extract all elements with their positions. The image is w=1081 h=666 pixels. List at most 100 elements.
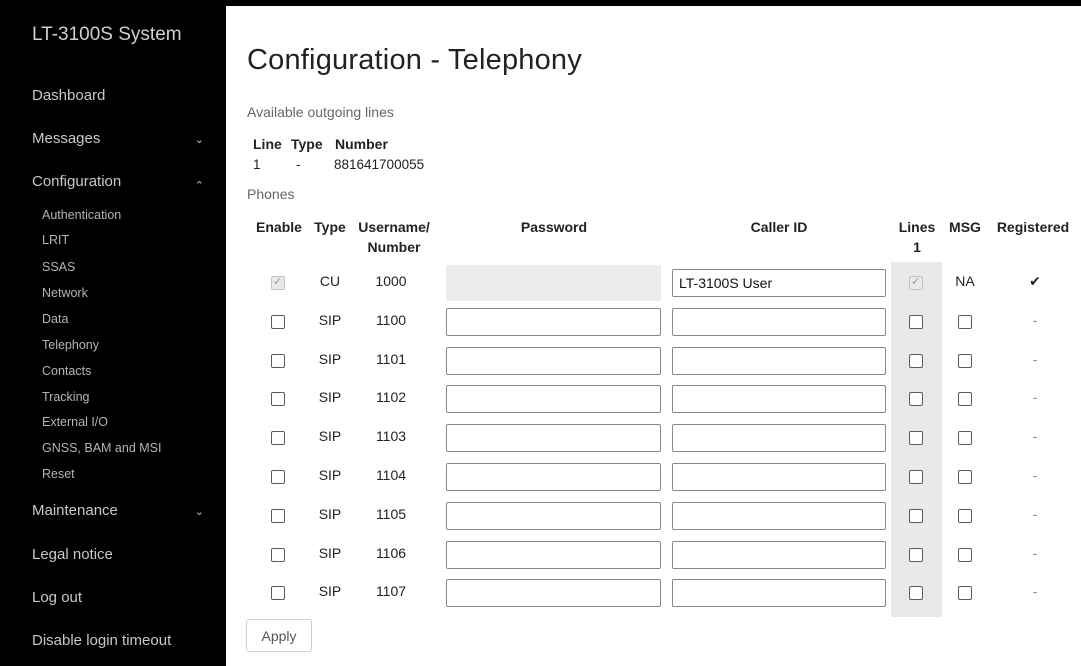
sidebar-item-label: Messages: [32, 130, 101, 147]
line-1-checkbox[interactable]: [909, 353, 923, 368]
line-1-checkbox[interactable]: [909, 470, 923, 484]
caller-id-input[interactable]: [672, 385, 886, 414]
line-1-checkbox[interactable]: [909, 586, 923, 601]
col-header-username: Username/ Number: [352, 217, 436, 257]
sidebar-item-label: Dashboard: [32, 87, 106, 104]
enable-checkbox[interactable]: [271, 547, 285, 562]
sidebar-item-label: Legal notice: [32, 546, 113, 563]
lines-header-line: Line: [253, 136, 282, 152]
caller-id-input[interactable]: [672, 579, 886, 608]
password-input[interactable]: [446, 463, 661, 491]
sidebar-item-maintenance[interactable]: Maintenance ⌄: [32, 502, 212, 519]
line-1-checkbox[interactable]: [909, 431, 923, 446]
enable-checkbox[interactable]: [271, 508, 285, 523]
enable-checkbox[interactable]: [271, 586, 285, 601]
enable-checkbox[interactable]: [271, 353, 285, 368]
password-input[interactable]: [446, 346, 661, 375]
sidebar-subitem-network[interactable]: Network: [42, 286, 88, 300]
sidebar-subitem-external-io[interactable]: External I/O: [42, 415, 108, 429]
registered-status: -: [1032, 544, 1038, 561]
col-header-lines-line1: Lines: [898, 219, 936, 235]
password-input[interactable]: [446, 424, 661, 453]
chevron-down-icon: ⌄: [194, 134, 204, 146]
phone-number: 1107: [375, 583, 407, 600]
chevron-up-icon: ⌃: [194, 180, 204, 192]
password-input[interactable]: [446, 307, 661, 336]
line-1-checkbox[interactable]: [909, 508, 923, 523]
lines-cell-line: 1: [253, 157, 261, 172]
msg-checkbox[interactable]: [958, 392, 972, 407]
caller-id-input[interactable]: [672, 307, 886, 336]
caller-id-input[interactable]: [672, 424, 886, 453]
sidebar-item-log-out[interactable]: Log out: [32, 589, 212, 606]
col-header-lines-line2: 1: [913, 239, 921, 255]
phone-type: SIP: [318, 583, 342, 600]
sidebar-subitem-telephony[interactable]: Telephony: [42, 338, 99, 352]
msg-checkbox[interactable]: [958, 353, 972, 368]
sidebar-subitem-reset[interactable]: Reset: [42, 467, 75, 481]
sidebar-item-configuration[interactable]: Configuration ⌃: [32, 173, 212, 192]
sidebar-item-label: Configuration: [32, 173, 122, 190]
enable-checkbox[interactable]: [271, 431, 285, 446]
password-input[interactable]: [446, 579, 661, 608]
sidebar-subitem-data[interactable]: Data: [42, 312, 68, 326]
sidebar-item-messages[interactable]: Messages ⌄: [32, 130, 212, 147]
phone-type: SIP: [318, 505, 342, 522]
enable-checkbox[interactable]: [271, 314, 285, 329]
sidebar-subitem-authentication[interactable]: Authentication: [42, 208, 121, 222]
registered-status: -: [1032, 467, 1038, 483]
msg-checkbox[interactable]: [958, 508, 972, 523]
caller-id-input[interactable]: [672, 540, 886, 569]
enable-checkbox[interactable]: [271, 470, 285, 484]
lines-cell-type: -: [296, 157, 301, 172]
phone-type: SIP: [318, 350, 342, 367]
sidebar: LT-3100S System Dashboard Messages ⌄ Con…: [0, 0, 226, 666]
col-header-type: Type: [314, 219, 346, 235]
sidebar-subitem-ssas[interactable]: SSAS: [42, 260, 75, 274]
phone-number: 1106: [375, 544, 407, 561]
sidebar-item-label: Disable login timeout: [32, 632, 172, 649]
password-input[interactable]: [446, 501, 661, 530]
line-1-checkbox[interactable]: [909, 314, 923, 329]
sidebar-item-dashboard[interactable]: Dashboard: [32, 87, 212, 104]
sidebar-item-label: Maintenance: [32, 502, 118, 519]
registered-status: -: [1032, 505, 1038, 522]
page-title: Configuration - Telephony: [247, 44, 582, 76]
phone-type: SIP: [318, 544, 342, 561]
apply-button[interactable]: Apply: [246, 619, 312, 652]
password-input[interactable]: [446, 385, 661, 414]
password-input[interactable]: [446, 540, 661, 569]
phone-number: 1100: [375, 311, 407, 328]
caller-id-input[interactable]: [672, 463, 886, 491]
phone-number: 1104: [375, 467, 407, 483]
checkmark-icon: ✓: [911, 276, 921, 288]
msg-checkbox[interactable]: [958, 470, 972, 484]
enable-checkbox[interactable]: [271, 392, 285, 407]
caller-id-input[interactable]: LT-3100S User: [672, 269, 886, 297]
sidebar-subitem-tracking[interactable]: Tracking: [42, 390, 89, 404]
msg-checkbox[interactable]: [958, 586, 972, 601]
phone-number: 1103: [375, 428, 407, 445]
caller-id-input[interactable]: [672, 501, 886, 530]
sidebar-subitem-gnss-bam-msi[interactable]: GNSS, BAM and MSI: [42, 441, 161, 455]
password-input: [446, 265, 661, 301]
msg-checkbox[interactable]: [958, 547, 972, 562]
sidebar-item-disable-login-timeout[interactable]: Disable login timeout: [32, 632, 212, 649]
col-header-caller-id: Caller ID: [750, 219, 808, 235]
sidebar-item-legal-notice[interactable]: Legal notice: [32, 546, 212, 563]
line-1-checkbox[interactable]: [909, 547, 923, 562]
line-1-checkbox: ✓: [909, 276, 923, 290]
line-1-checkbox[interactable]: [909, 392, 923, 407]
msg-checkbox[interactable]: [958, 314, 972, 329]
enable-checkbox: ✓: [271, 276, 285, 290]
phone-type: SIP: [318, 428, 342, 445]
col-header-enable: Enable: [256, 219, 302, 235]
sidebar-subitem-lrit[interactable]: LRIT: [42, 233, 69, 247]
msg-checkbox[interactable]: [958, 431, 972, 446]
phone-type: SIP: [318, 389, 342, 406]
msg-value: NA: [955, 273, 975, 289]
caller-id-input[interactable]: [672, 346, 886, 375]
sidebar-subitem-contacts[interactable]: Contacts: [42, 364, 91, 378]
registered-status: -: [1032, 428, 1038, 445]
registered-check-icon: ✔: [1029, 273, 1041, 289]
